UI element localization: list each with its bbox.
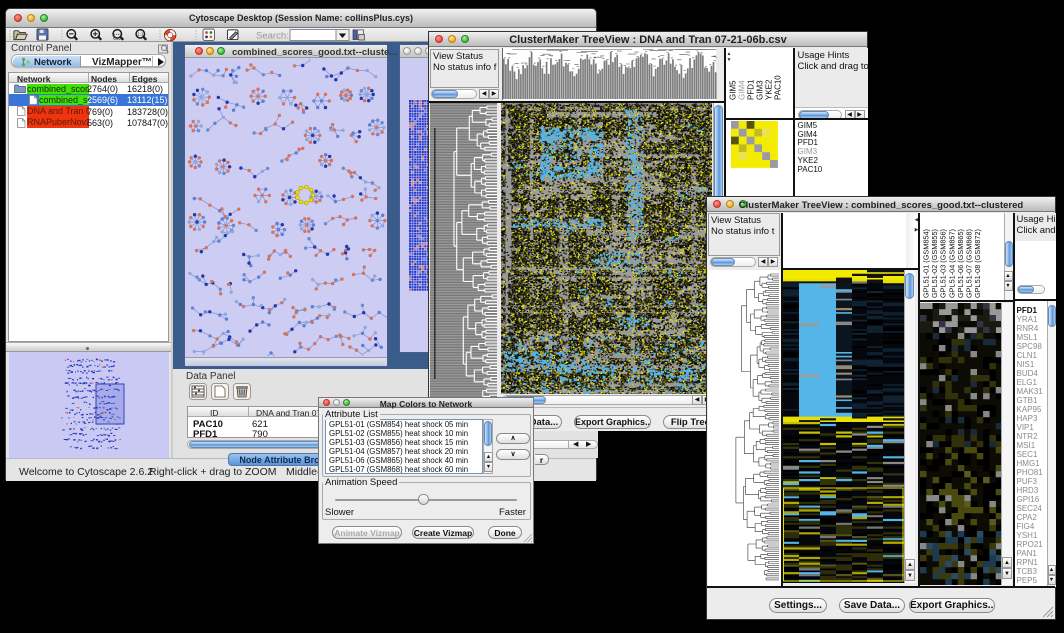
svg-text:GPL51-08 (GSM872): GPL51-08 (GSM872) [973, 229, 982, 298]
svg-text:YKE2: YKE2 [764, 79, 773, 100]
svg-text:1:1: 1:1 [137, 32, 144, 37]
svg-text:PFD1: PFD1 [746, 79, 755, 100]
svg-text:GIM3: GIM3 [755, 80, 764, 100]
svg-text:PAC10: PAC10 [773, 75, 782, 100]
svg-text:Search:: Search: [256, 31, 289, 42]
svg-text:GIM4: GIM4 [737, 80, 746, 100]
svg-text:GIM5: GIM5 [728, 80, 737, 100]
